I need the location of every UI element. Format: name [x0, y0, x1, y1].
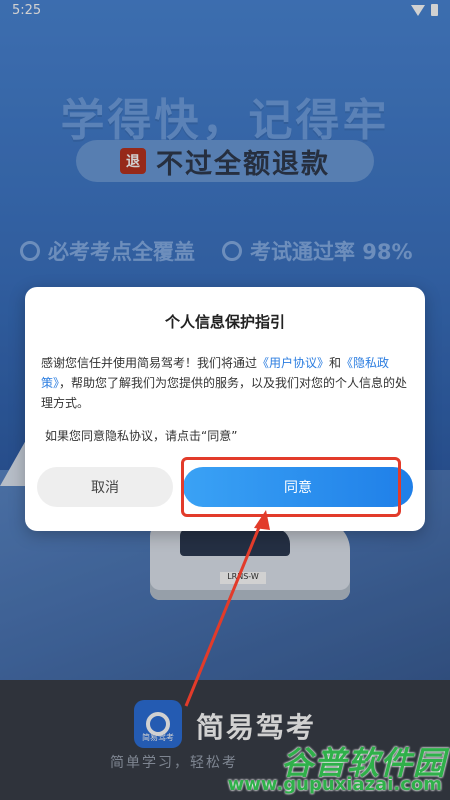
- dialog-hint: 如果您同意隐私协议，请点击“同意”: [45, 429, 238, 443]
- user-agreement-link[interactable]: 《用户协议》: [257, 356, 329, 370]
- dialog-body-prefix: 感谢您信任并使用简易驾考！我们将通过: [41, 356, 258, 370]
- dialog-title: 个人信息保护指引: [164, 313, 285, 331]
- watermark-url: www.gupuxiazai.com: [227, 774, 442, 795]
- dialog-body-suffix: ，帮助您了解我们为您提供的服务，以及我们对您的个人信息的处理方式。: [41, 376, 408, 410]
- agree-highlight-box: [181, 457, 401, 517]
- dialog-and-text: 和: [329, 356, 342, 370]
- cancel-button[interactable]: 取消: [37, 467, 173, 507]
- dialog-body: 感谢您信任并使用简易驾考！我们将通过《用户协议》和《隐私政策》，帮助您了解我们为…: [41, 353, 411, 413]
